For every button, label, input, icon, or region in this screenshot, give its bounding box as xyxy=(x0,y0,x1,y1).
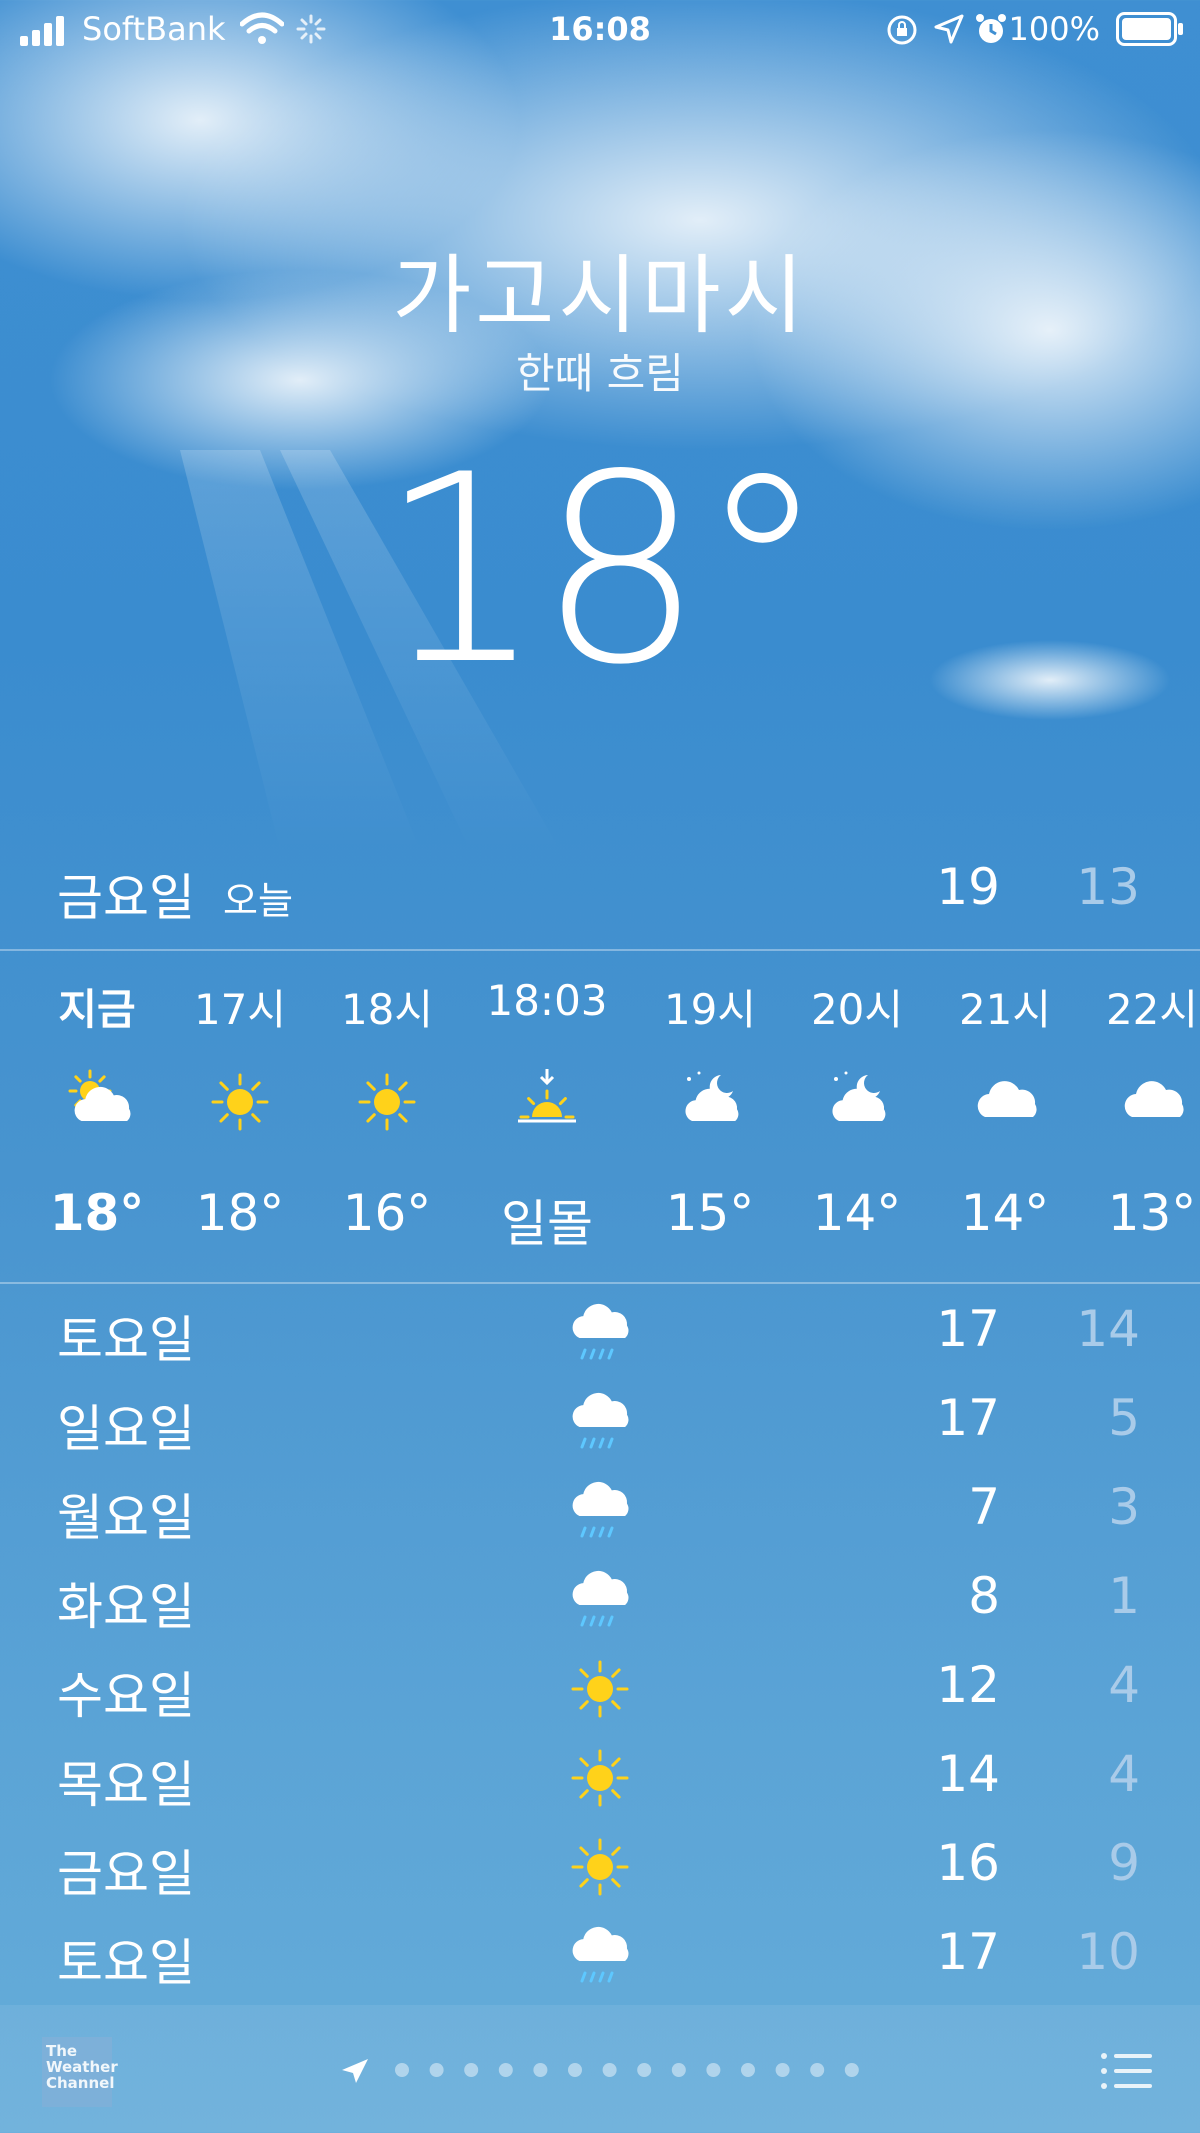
battery-percent: 100% xyxy=(1008,10,1100,48)
location-arrow-icon xyxy=(934,14,964,44)
low-temperature: 5 xyxy=(1108,1389,1140,1447)
low-temperature: 4 xyxy=(1108,1656,1140,1714)
rain-icon xyxy=(565,1387,635,1457)
cloud-icon xyxy=(930,1067,1080,1137)
day-name: 화요일 xyxy=(57,1578,195,1636)
high-temperature: 8 xyxy=(968,1567,1000,1625)
sun-icon xyxy=(312,1067,462,1137)
high-temperature: 16 xyxy=(936,1834,1000,1892)
page-indicator[interactable] xyxy=(338,2055,878,2085)
hourly-time: 17시 xyxy=(193,985,287,1034)
hourly-temperature: 16° xyxy=(342,1184,432,1242)
sunset-icon xyxy=(472,1067,622,1137)
list-icon[interactable] xyxy=(1100,2051,1152,2091)
sun-icon xyxy=(565,1743,635,1813)
high-temperature: 17 xyxy=(936,1923,1000,1981)
rain-icon xyxy=(565,1298,635,1368)
divider xyxy=(0,949,1200,951)
today-high: 19 xyxy=(936,858,1000,916)
daily-row: 화요일 8 1 xyxy=(0,1557,1200,1646)
sun-icon xyxy=(565,1832,635,1902)
weather-channel-logo[interactable]: The Weather Channel xyxy=(42,2037,118,2107)
hourly-time: 20시 xyxy=(810,985,904,1034)
hourly-temperature: 14° xyxy=(960,1184,1050,1242)
partly-sunny-icon xyxy=(22,1067,172,1137)
high-temperature: 12 xyxy=(936,1656,1000,1714)
today-summary: 금요일 오늘 19 13 xyxy=(0,850,1200,950)
hourly-temperature: 13° xyxy=(1107,1184,1197,1242)
city-name: 가고시마시 xyxy=(392,246,808,346)
hourly-time: 지금 xyxy=(58,985,136,1034)
hourly-time: 21시 xyxy=(958,985,1052,1034)
hourly-temperature: 18° xyxy=(49,1184,145,1242)
high-temperature: 7 xyxy=(968,1478,1000,1536)
today-low: 13 xyxy=(1076,858,1140,916)
day-name: 일요일 xyxy=(57,1400,195,1458)
high-temperature: 14 xyxy=(936,1745,1000,1803)
battery-icon xyxy=(1116,12,1183,46)
location-arrow-icon xyxy=(342,2059,368,2083)
low-temperature: 14 xyxy=(1076,1300,1140,1358)
day-name: 월요일 xyxy=(57,1489,195,1547)
daily-row: 토요일 17 10 xyxy=(0,1913,1200,2002)
hourly-temperature: 18° xyxy=(195,1184,285,1242)
current-temperature: 18° xyxy=(378,420,828,722)
hourly-time: 19시 xyxy=(663,985,757,1034)
rain-icon xyxy=(565,1476,635,1546)
hourly-temperature: 일몰 xyxy=(501,1195,593,1253)
hourly-forecast-strip[interactable]: 지금 18° 17시 18° 18시 16° 18:03 일몰 19시 15° 20시 14° 21시 1… xyxy=(0,952,1200,1282)
daily-row: 일요일 17 5 xyxy=(0,1379,1200,1468)
today-day: 금요일 xyxy=(57,869,195,927)
cloud-icon xyxy=(1077,1067,1200,1137)
current-condition: 한때 흐림 xyxy=(516,349,684,398)
rain-icon xyxy=(565,1565,635,1635)
daily-row: 금요일 16 9 xyxy=(0,1824,1200,1913)
hourly-temperature: 14° xyxy=(812,1184,902,1242)
low-temperature: 1 xyxy=(1108,1567,1140,1625)
day-name: 목요일 xyxy=(57,1756,195,1814)
bottom-toolbar: The Weather Channel xyxy=(0,2005,1200,2133)
low-temperature: 4 xyxy=(1108,1745,1140,1803)
hourly-temperature: 15° xyxy=(665,1184,755,1242)
hourly-time: 18시 xyxy=(340,985,434,1034)
orientation-lock-icon xyxy=(887,15,917,45)
high-temperature: 17 xyxy=(936,1300,1000,1358)
day-name: 토요일 xyxy=(57,1311,195,1369)
day-name: 금요일 xyxy=(57,1845,195,1903)
partly-cloudy-night-icon xyxy=(635,1067,785,1137)
high-temperature: 17 xyxy=(936,1389,1000,1447)
status-bar: SoftBank 16:08 100% xyxy=(0,0,1200,60)
day-name: 수요일 xyxy=(57,1667,195,1725)
hourly-time: 18:03 xyxy=(486,976,608,1025)
sun-icon xyxy=(165,1067,315,1137)
rain-icon xyxy=(565,1921,635,1991)
divider xyxy=(0,1282,1200,1284)
partly-cloudy-night-icon xyxy=(782,1067,932,1137)
hourly-time: 22시 xyxy=(1105,985,1199,1034)
alarm-icon xyxy=(976,14,1006,43)
daily-row: 수요일 12 4 xyxy=(0,1646,1200,1735)
low-temperature: 3 xyxy=(1108,1478,1140,1536)
daily-row: 월요일 7 3 xyxy=(0,1468,1200,1557)
day-name: 토요일 xyxy=(57,1934,195,1992)
sun-icon xyxy=(565,1654,635,1724)
low-temperature: 10 xyxy=(1076,1923,1140,1981)
low-temperature: 9 xyxy=(1108,1834,1140,1892)
daily-row: 토요일 17 14 xyxy=(0,1290,1200,1379)
daily-row: 목요일 14 4 xyxy=(0,1735,1200,1824)
today-label: 오늘 xyxy=(223,879,293,923)
